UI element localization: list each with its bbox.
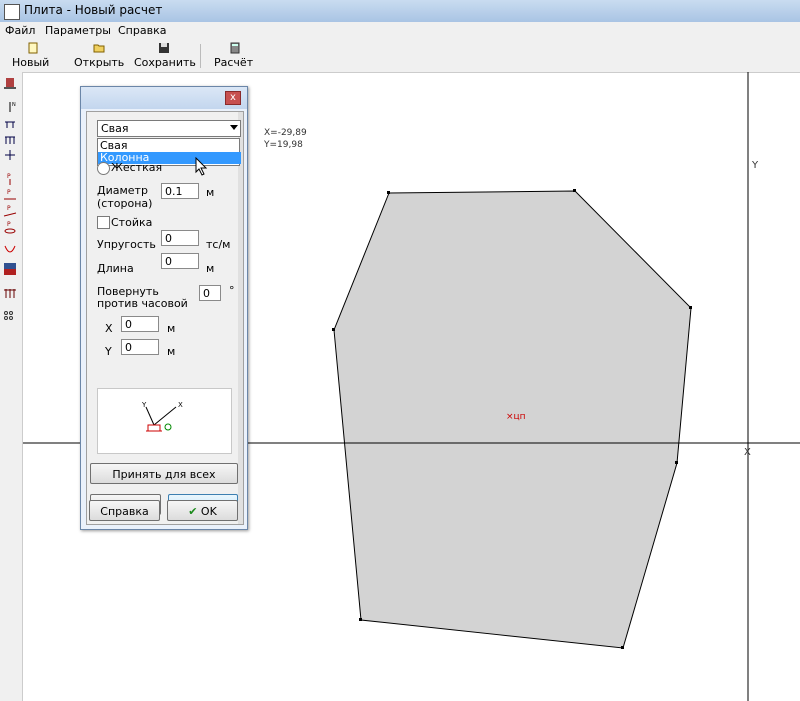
mesh-icon[interactable] — [3, 262, 17, 276]
pile-properties-dialog: x Свая Свая Колонна Жесткая Диаметр (сто… — [80, 86, 248, 530]
column-tool-icon[interactable] — [3, 76, 17, 90]
close-button[interactable]: x — [225, 91, 241, 105]
rotate-input[interactable]: 0 — [199, 285, 221, 301]
diameter-label-side: (сторона) — [97, 197, 153, 210]
diameter-unit: м — [206, 186, 215, 199]
menu-help[interactable]: Справка — [118, 24, 166, 37]
diameter-label: Диаметр — [97, 184, 148, 197]
rack-label: Стойка — [111, 216, 153, 229]
toolbar-separator — [200, 44, 201, 68]
svg-text:P: P — [7, 205, 11, 212]
window-title: Плита - Новый расчет — [24, 3, 163, 17]
x-axis-label: X — [744, 447, 751, 458]
svg-text:Y: Y — [141, 401, 147, 409]
new-file-icon — [28, 42, 38, 54]
elasticity-input[interactable]: 0 — [161, 230, 199, 246]
menu-parameters[interactable]: Параметры — [45, 24, 111, 37]
element-type-select[interactable]: Свая — [97, 120, 241, 137]
open-button[interactable]: Открыть — [74, 42, 124, 70]
pile-field-icon[interactable] — [3, 132, 17, 146]
menu-file[interactable]: Файл — [5, 24, 35, 37]
help-button[interactable]: Справка — [89, 500, 160, 521]
rigid-label: Жесткая — [111, 161, 163, 174]
load-p-ellipse-icon[interactable]: P — [3, 220, 17, 234]
length-input[interactable]: 0 — [161, 253, 199, 269]
dialog-scrollbar[interactable] — [238, 112, 243, 524]
left-toolbar: N P P P P — [0, 72, 23, 701]
svg-text:N: N — [12, 102, 16, 108]
y-axis-label: Y — [752, 160, 759, 171]
checkmark-icon: ✔ — [188, 505, 198, 518]
svg-text:P: P — [7, 189, 11, 196]
length-unit: м — [206, 262, 215, 275]
cursor-y-readout: Y=19,98 — [264, 140, 303, 150]
load-p-line-icon[interactable]: P — [3, 188, 17, 202]
elasticity-unit: тс/м — [206, 238, 231, 251]
pile-group-icon[interactable] — [3, 116, 17, 130]
x-label: X — [105, 322, 113, 335]
x-unit: м — [167, 322, 176, 335]
spring-icon[interactable] — [3, 244, 17, 258]
svg-text:X: X — [178, 401, 183, 409]
chevron-down-icon — [230, 125, 238, 130]
load-p-area-icon[interactable]: P — [3, 204, 17, 218]
rotate-label-ccw: против часовой — [97, 297, 188, 310]
length-label: Длина — [97, 262, 134, 275]
y-label: Y — [105, 345, 112, 358]
ok-button[interactable]: ✔ OK — [167, 500, 238, 521]
pile-rotate-icon[interactable] — [3, 148, 17, 162]
force-n-icon[interactable]: N — [3, 100, 17, 114]
load-p-icon[interactable]: P — [3, 172, 17, 186]
axes-preview: Y X — [97, 388, 232, 454]
columns-row-icon[interactable] — [3, 286, 17, 300]
open-folder-icon — [93, 44, 105, 53]
rigid-radio[interactable] — [97, 162, 110, 175]
toolbar: Новый Открыть Сохранить Расчёт — [0, 40, 800, 73]
calculate-button[interactable]: Расчёт — [214, 42, 256, 70]
dialog-body: Свая Свая Колонна Жесткая Диаметр (сторо… — [86, 111, 244, 525]
local-axes-icon: Y X — [141, 401, 183, 432]
dialog-header[interactable]: x — [81, 87, 247, 109]
svg-text:P: P — [7, 221, 11, 228]
cursor-x-readout: X=-29,89 — [264, 128, 307, 138]
grid-icon[interactable] — [3, 310, 17, 324]
centroid-marker: ×цп — [506, 412, 526, 422]
new-button[interactable]: Новый — [12, 42, 54, 70]
app-icon — [4, 4, 20, 20]
x-coordinate-input[interactable]: 0 — [121, 316, 159, 332]
elasticity-label: Упругость — [97, 238, 156, 251]
menu-bar: Файл Параметры Справка — [0, 22, 800, 40]
title-bar: Плита - Новый расчет — [0, 0, 800, 23]
diameter-input[interactable]: 0.1 — [161, 183, 199, 199]
rotate-unit: ° — [229, 284, 235, 297]
apply-for-all-button[interactable]: Принять для всех — [90, 463, 238, 484]
save-disk-icon — [159, 43, 169, 53]
calculator-icon — [230, 42, 240, 54]
svg-text:P: P — [7, 173, 11, 180]
rack-checkbox[interactable] — [97, 216, 110, 229]
y-unit: м — [167, 345, 176, 358]
mouse-cursor-icon — [195, 157, 208, 176]
save-button[interactable]: Сохранить — [134, 42, 196, 70]
y-coordinate-input[interactable]: 0 — [121, 339, 159, 355]
